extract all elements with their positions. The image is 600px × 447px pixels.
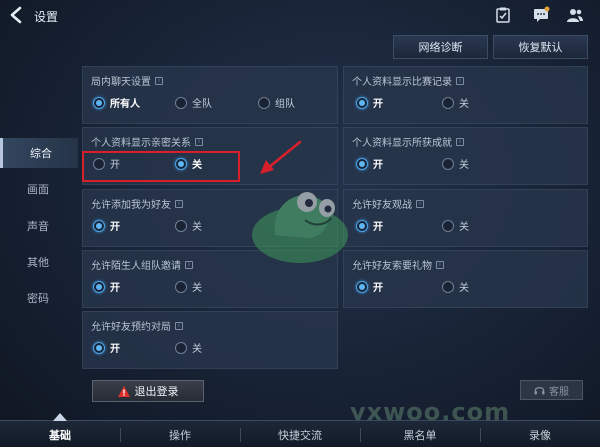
ingame-chat-title: 局内聊天设置 <box>91 77 151 88</box>
logout-label: 退出登录 <box>134 385 179 398</box>
tab-quick-chat[interactable]: 快捷交流 <box>260 421 340 447</box>
match-record-option-off[interactable]: 关 <box>442 95 469 110</box>
radio-icon <box>356 280 368 293</box>
restore-default-button[interactable]: 恢复默认 <box>493 35 588 59</box>
customer-service-button[interactable]: 客服 <box>520 380 583 400</box>
info-icon: i <box>195 137 203 146</box>
nav-item-general[interactable]: 综合 <box>0 138 78 168</box>
allow-reservation-panel: 允许好友预约对局 i 开 关 <box>82 311 338 369</box>
info-icon: i <box>436 260 444 269</box>
friends-icon[interactable] <box>566 6 584 24</box>
achievements-option-on[interactable]: 开 <box>356 156 383 171</box>
logout-button[interactable]: 退出登录 <box>92 380 204 402</box>
watermark-mascot-logo <box>252 192 348 263</box>
allow-gift-request-title: 允许好友索要礼物 <box>352 261 432 272</box>
radio-icon <box>442 280 454 293</box>
radio-icon <box>175 341 187 354</box>
tab-divider <box>360 428 361 442</box>
allow-reservation-title: 允许好友预约对局 <box>91 322 171 333</box>
achievements-option-off[interactable]: 关 <box>442 156 469 171</box>
radio-icon <box>93 96 105 109</box>
allow-stranger-invite-title: 允许陌生人组队邀请 <box>91 261 181 272</box>
allow-spectate-title: 允许好友观战 <box>352 200 412 211</box>
info-icon: i <box>185 260 193 269</box>
allow-gift-request-panel: 允许好友索要礼物 i 开 关 <box>343 250 588 308</box>
info-icon: i <box>175 321 183 330</box>
stranger-invite-option-on[interactable]: 开 <box>93 279 120 294</box>
radio-icon <box>93 219 105 232</box>
active-tab-indicator-icon <box>53 413 67 421</box>
nav-item-password[interactable]: 密码 <box>0 283 78 313</box>
reservation-option-on[interactable]: 开 <box>93 340 120 355</box>
radio-icon <box>93 280 105 293</box>
chat-option-party[interactable]: 组队 <box>258 95 295 110</box>
network-diagnosis-button[interactable]: 网络诊断 <box>393 35 488 59</box>
tab-controls[interactable]: 操作 <box>140 421 220 447</box>
radio-icon <box>175 280 187 293</box>
radio-icon <box>175 96 187 109</box>
radio-icon <box>93 341 105 354</box>
page-title: 设置 <box>34 10 59 24</box>
info-icon: i <box>456 137 464 146</box>
show-achievements-title: 个人资料显示所获成就 <box>352 138 452 149</box>
radio-icon <box>442 157 454 170</box>
chat-option-everyone[interactable]: 所有人 <box>93 95 140 110</box>
add-friend-option-on[interactable]: 开 <box>93 218 120 233</box>
radio-icon <box>442 96 454 109</box>
match-record-option-on[interactable]: 开 <box>356 95 383 110</box>
tab-divider <box>240 428 241 442</box>
annotation-highlight-box <box>82 151 240 182</box>
tab-blacklist[interactable]: 黑名单 <box>380 421 460 447</box>
tab-divider <box>120 428 121 442</box>
chat-option-team[interactable]: 全队 <box>175 95 212 110</box>
headset-icon <box>534 386 545 394</box>
radio-icon <box>356 219 368 232</box>
bottom-tab-bar: 基础 操作 快捷交流 黑名单 录像 <box>0 413 600 447</box>
task-clipboard-icon[interactable] <box>494 6 512 24</box>
warning-icon <box>117 385 130 397</box>
gift-request-option-on[interactable]: 开 <box>356 279 383 294</box>
nav-item-other[interactable]: 其他 <box>0 247 78 277</box>
tab-replay[interactable]: 录像 <box>500 421 580 447</box>
spectate-option-on[interactable]: 开 <box>356 218 383 233</box>
top-bar: 设置 <box>0 0 600 32</box>
ingame-chat-panel: 局内聊天设置 i 所有人 全队 组队 <box>82 66 338 124</box>
radio-icon <box>442 219 454 232</box>
show-achievements-panel: 个人资料显示所获成就 i 开 关 <box>343 127 588 185</box>
tab-divider <box>480 428 481 442</box>
info-icon: i <box>456 76 464 85</box>
customer-service-label: 客服 <box>549 386 569 398</box>
nav-item-sound[interactable]: 声音 <box>0 211 78 241</box>
annotation-arrow-icon <box>260 140 302 174</box>
info-icon: i <box>175 199 183 208</box>
add-friend-option-off[interactable]: 关 <box>175 218 202 233</box>
radio-icon <box>175 219 187 232</box>
info-icon: i <box>416 199 424 208</box>
show-match-record-panel: 个人资料显示比赛记录 i 开 关 <box>343 66 588 124</box>
reservation-option-off[interactable]: 关 <box>175 340 202 355</box>
back-arrow-icon[interactable] <box>6 5 28 25</box>
allow-add-friend-title: 允许添加我为好友 <box>91 200 171 211</box>
show-match-record-title: 个人资料显示比赛记录 <box>352 77 452 88</box>
tab-basic[interactable]: 基础 <box>20 421 100 447</box>
gift-request-option-off[interactable]: 关 <box>442 279 469 294</box>
radio-icon <box>356 157 368 170</box>
nav-item-graphics[interactable]: 画面 <box>0 174 78 204</box>
show-intimacy-title: 个人资料显示亲密关系 <box>91 138 191 149</box>
spectate-option-off[interactable]: 关 <box>442 218 469 233</box>
stranger-invite-option-off[interactable]: 关 <box>175 279 202 294</box>
allow-spectate-panel: 允许好友观战 i 开 关 <box>343 189 588 247</box>
info-icon: i <box>155 76 163 85</box>
radio-icon <box>258 96 270 109</box>
chat-message-icon[interactable] <box>532 6 550 24</box>
radio-icon <box>356 96 368 109</box>
